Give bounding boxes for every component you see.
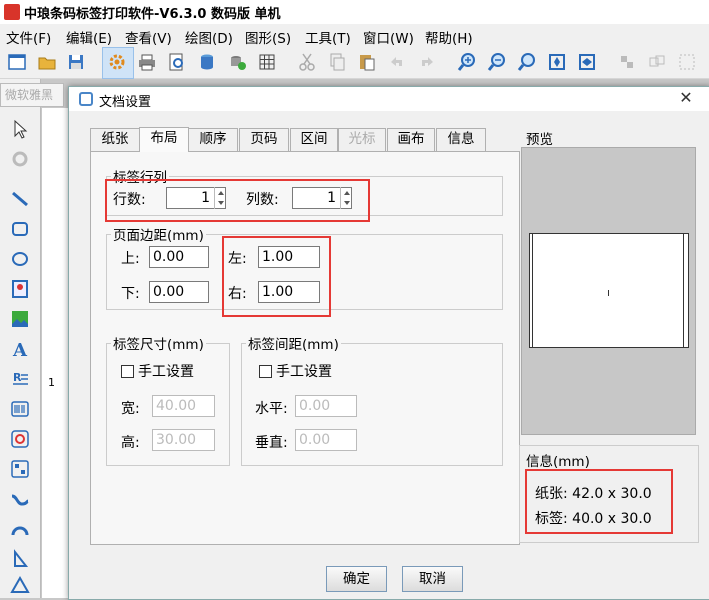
bottom-margin-input[interactable]: 0.00 (149, 281, 209, 303)
zoom-out-icon[interactable] (487, 52, 507, 72)
fit-page-icon[interactable] (547, 52, 567, 72)
tab-paper[interactable]: 纸张 (90, 128, 140, 151)
margin-group-label: 页面边距(mm) (111, 224, 206, 244)
zoom-in-icon[interactable] (457, 52, 477, 72)
barcode-tool-icon[interactable] (9, 398, 31, 420)
menu-help[interactable]: 帮助(H) (425, 27, 473, 47)
tab-page-number[interactable]: 页码 (239, 128, 289, 151)
triangle-tool-icon[interactable] (9, 574, 31, 596)
preview-right-margin (683, 234, 684, 347)
preview-left-margin (532, 234, 533, 347)
label-size-group-label: 标签尺寸(mm) (111, 333, 206, 353)
gap-manual-checkbox[interactable] (259, 365, 272, 378)
shape-tool-icon[interactable] (9, 428, 31, 450)
menu-draw[interactable]: 绘图(D) (185, 27, 233, 47)
tab-layout[interactable]: 布局 (139, 127, 189, 152)
print-preview-icon[interactable] (167, 52, 187, 72)
preview-center-mark (608, 290, 609, 296)
cut-icon[interactable] (297, 52, 317, 72)
align-icon[interactable] (617, 52, 637, 72)
top-margin-input[interactable]: 0.00 (149, 246, 209, 268)
size-manual-checkbox[interactable] (121, 365, 134, 378)
horizontal-gap-label: 水平: (255, 401, 288, 417)
tab-info[interactable]: 信息 (436, 128, 486, 151)
height-input: 30.00 (152, 429, 215, 451)
redo-icon[interactable] (417, 52, 437, 72)
menu-bar: 文件(F) 编辑(E) 查看(V) 绘图(D) 图形(S) 工具(T) 窗口(W… (0, 24, 709, 47)
fit-width-icon[interactable] (577, 52, 597, 72)
svg-text:R: R (13, 371, 22, 384)
menu-shape[interactable]: 图形(S) (245, 27, 291, 47)
gap-manual-label: 手工设置 (276, 364, 332, 380)
paste-icon[interactable] (357, 52, 377, 72)
save-icon[interactable] (66, 52, 86, 72)
tab-order[interactable]: 顺序 (188, 128, 238, 151)
undo-icon[interactable] (387, 52, 407, 72)
database-icon[interactable] (197, 52, 217, 72)
left-right-margin-highlight (222, 236, 331, 317)
select-arrow-icon[interactable] (9, 118, 31, 140)
ellipse-tool-icon[interactable] (9, 248, 31, 270)
width-label: 宽: (121, 401, 140, 417)
cancel-button[interactable]: 取消 (402, 566, 463, 592)
document-settings-gear-icon[interactable] (107, 52, 127, 72)
rotate-icon[interactable] (9, 148, 31, 170)
line-tool-icon[interactable] (9, 188, 31, 210)
app-logo-icon (4, 4, 20, 20)
document-settings-dialog: 文档设置 ✕ 纸张 布局 顺序 页码 区间 光标 画布 信息 标签行列 行数: … (68, 86, 709, 600)
ok-button[interactable]: 确定 (326, 566, 387, 592)
app-title-bar: 中琅条码标签打印软件-V6.3.0 数码版 单机 (0, 0, 709, 25)
vertical-gap-input: 0.00 (295, 429, 357, 451)
label-gap-group-label: 标签间距(mm) (246, 333, 341, 353)
ungroup-icon[interactable] (677, 52, 697, 72)
font-selector[interactable]: 微软雅黑 (0, 83, 64, 107)
top-margin-label: 上: (121, 251, 140, 267)
rows-cols-highlight (105, 179, 370, 222)
vertical-ruler: 1 (42, 108, 69, 598)
rectangle-tool-icon[interactable] (9, 218, 31, 240)
preview-label: 预览 (526, 132, 553, 148)
image-tool-icon[interactable] (9, 278, 31, 300)
new-document-icon[interactable] (7, 52, 27, 72)
tab-range[interactable]: 区间 (290, 128, 338, 151)
vertical-gap-label: 垂直: (255, 435, 288, 451)
picture-tool-icon[interactable] (9, 308, 31, 330)
curve-tool-icon[interactable] (9, 488, 31, 510)
tab-canvas[interactable]: 画布 (387, 128, 435, 151)
polygon-tool-icon[interactable] (9, 548, 31, 570)
info-title: 信息(mm) (526, 454, 590, 470)
menu-tools[interactable]: 工具(T) (305, 27, 351, 47)
menu-file[interactable]: 文件(F) (6, 27, 51, 47)
preview-paper (529, 233, 689, 348)
menu-view[interactable]: 查看(V) (125, 27, 172, 47)
close-button[interactable]: ✕ (662, 87, 709, 109)
dialog-title: 文档设置 (99, 95, 152, 110)
ruler-mark: 1 (48, 376, 55, 389)
copy-icon[interactable] (327, 52, 347, 72)
app-title: 中琅条码标签打印软件-V6.3.0 数码版 单机 (24, 7, 281, 22)
dialog-title-bar: 文档设置 ✕ (69, 87, 709, 111)
database-connect-icon[interactable] (227, 52, 247, 72)
size-manual-label: 手工设置 (138, 364, 194, 380)
bottom-margin-label: 下: (121, 286, 140, 302)
grid-icon[interactable] (257, 52, 277, 72)
print-icon[interactable] (137, 52, 157, 72)
qrcode-tool-icon[interactable] (9, 458, 31, 480)
arc-tool-icon[interactable] (9, 518, 31, 540)
menu-edit[interactable]: 编辑(E) (66, 27, 112, 47)
height-label: 高: (121, 435, 140, 451)
text-tool-icon[interactable]: A (9, 338, 31, 361)
zoom-actual-icon[interactable] (517, 52, 537, 72)
svg-text:A: A (12, 340, 28, 360)
rich-text-tool-icon[interactable]: R (9, 368, 31, 390)
info-highlight (525, 469, 673, 534)
layout-tab-panel: 标签行列 行数: 1 列数: 1 页面边距(mm) 上: 0.00 下: 0.0… (90, 151, 520, 545)
width-input: 40.00 (152, 395, 215, 417)
menu-window[interactable]: 窗口(W) (363, 27, 414, 47)
open-folder-icon[interactable] (37, 52, 57, 72)
tab-cursor: 光标 (338, 128, 386, 151)
horizontal-gap-input: 0.00 (295, 395, 357, 417)
group-icon[interactable] (647, 52, 667, 72)
dialog-icon (79, 92, 93, 106)
